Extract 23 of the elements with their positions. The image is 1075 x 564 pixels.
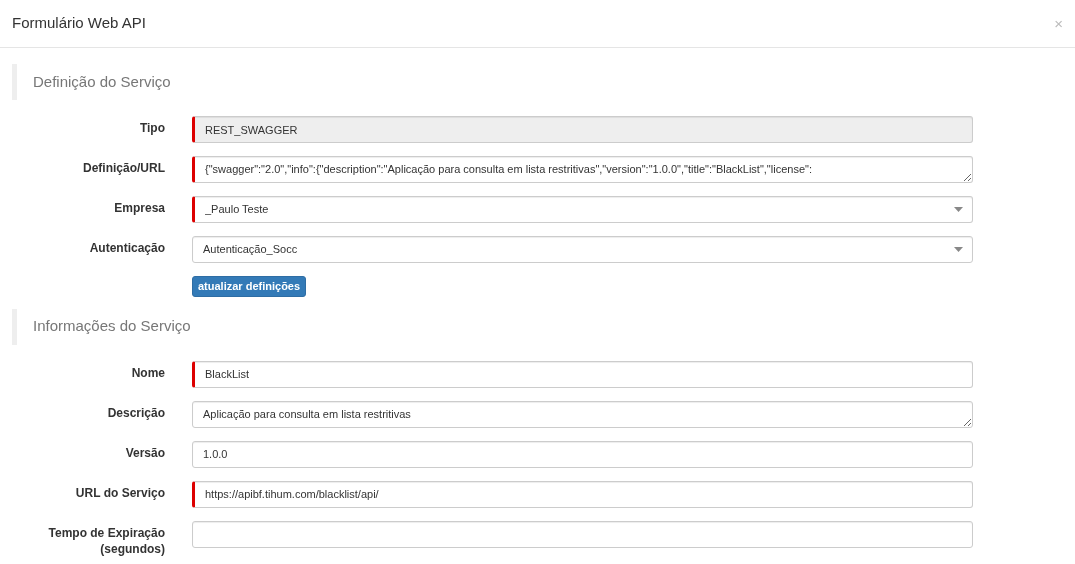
section-heading: Informações do Serviço (12, 308, 1075, 345)
field-label: Descrição (106, 404, 165, 421)
dropdown[interactable]: _Paulo Teste (192, 196, 973, 223)
field-label: Definição/URL (82, 160, 165, 177)
field-label: Tempo de Expiração (segundos) (47, 524, 165, 557)
input-field[interactable] (192, 520, 973, 548)
field-label: URL do Serviço (74, 484, 165, 501)
dropdown[interactable]: Autenticação_Socc (192, 236, 973, 263)
input-field[interactable]: https://apibf.tihum.com/blacklist/api/ (192, 480, 973, 508)
dialog-title: Formulário Web API (12, 13, 146, 34)
field-label: Empresa (113, 200, 165, 217)
caret-icon (954, 207, 963, 212)
field-label: Nome (130, 364, 165, 381)
text-area[interactable]: Aplicação para consulta em lista restritivas (192, 400, 973, 428)
caret-icon (954, 247, 963, 252)
text-area[interactable]: {"swagger":"2.0","info":{"description":"Aplicação para consulta em lista restritivas","version":"1.0.0","title":"BlackList","license": (192, 156, 973, 183)
field-label: Versão (124, 444, 165, 461)
field-label: Autenticação (88, 240, 165, 257)
input-field[interactable]: 1.0.0 (192, 440, 973, 468)
field-label: Tipo (138, 120, 165, 137)
input-field[interactable]: BlackList (192, 360, 973, 388)
section-heading: Definição do Serviço (12, 64, 1075, 100)
update-definitions-button[interactable]: atualizar definições (192, 276, 307, 297)
